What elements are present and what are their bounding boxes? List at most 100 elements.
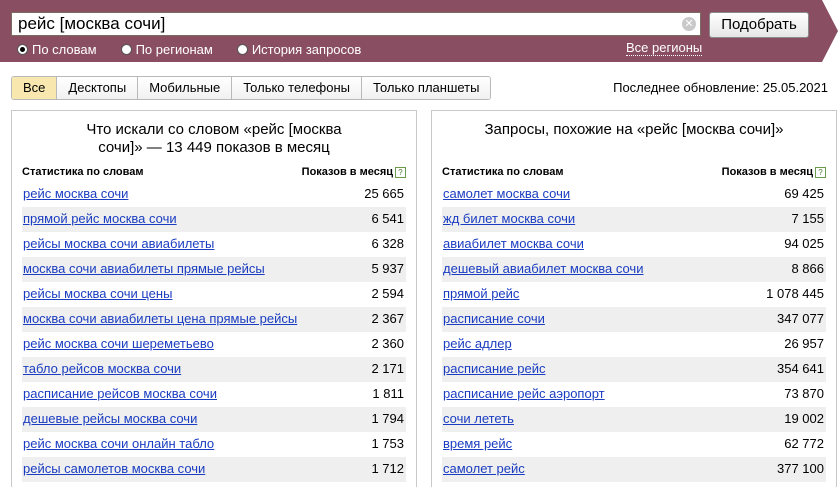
pick-button[interactable]: Подобрать	[709, 12, 809, 38]
help-icon[interactable]: ?	[395, 166, 406, 178]
impressions-count: 1 712	[371, 461, 404, 476]
table-row: рейс москва сочи онлайн табло 1 753	[22, 432, 406, 457]
impressions-count: 347 077	[777, 311, 824, 326]
table-row: расписание сочи 347 077	[442, 307, 826, 332]
phrase-link[interactable]: табло рейсов москва сочи	[23, 361, 181, 376]
phrase-link[interactable]: самолет москва сочи	[443, 186, 570, 201]
impressions-count: 8 866	[791, 261, 824, 276]
table-row: рейсы москва сочи авиабилеты 6 328	[22, 232, 406, 257]
phrase-link[interactable]: время рейс	[443, 436, 512, 451]
last-update-text: Последнее обновление: 25.05.2021	[613, 80, 828, 95]
search-header: рейс [москва сочи] ✕ Подобрать По словам…	[0, 0, 838, 62]
phrase-link[interactable]: расписание сочи	[443, 311, 545, 326]
table-row: москва сочи авиабилеты цена прямые рейсы…	[22, 307, 406, 332]
mode-label: История запросов	[251, 41, 362, 57]
phrase-link[interactable]: жд билет москва сочи	[443, 211, 575, 226]
table-row: прямой рейс 1 078 445	[442, 282, 826, 307]
table-row: расписание рейс 354 641	[442, 357, 826, 382]
phrase-link[interactable]: рейс москва сочи шереметьево	[23, 336, 214, 351]
impressions-count: 94 025	[784, 236, 824, 251]
tab-all[interactable]: Все	[12, 77, 57, 99]
all-regions-link[interactable]: Все регионы	[626, 41, 703, 56]
table-row: авиабилет москва сочи 94 025	[442, 232, 826, 257]
stats-table: самолет москва сочи 69 425 жд билет москва…	[442, 182, 826, 482]
col-phrase-header: Статистика по словам	[22, 166, 144, 178]
column-headers: Статистика по словам Показов в месяц ?	[442, 166, 826, 182]
impressions-count: 73 870	[784, 386, 824, 401]
impressions-count: 6 328	[371, 236, 404, 251]
search-query-text: рейс [москва сочи]	[18, 14, 166, 33]
col-count-label: Показов в месяц	[301, 166, 393, 178]
impressions-count: 1 811	[372, 386, 404, 401]
impressions-count: 62 772	[784, 436, 824, 451]
impressions-count: 377 100	[777, 461, 824, 476]
phrase-link[interactable]: прямой рейс	[443, 286, 519, 301]
phrase-link[interactable]: рейс адлер	[443, 336, 512, 351]
phrase-link[interactable]: расписание рейсов москва сочи	[23, 386, 217, 401]
tab-phones-only[interactable]: Только телефоны	[231, 77, 362, 99]
phrase-link[interactable]: сочи лететь	[443, 411, 514, 426]
table-row: рейс москва сочи шереметьево 2 360	[22, 332, 406, 357]
tab-mobile[interactable]: Мобильные	[137, 77, 232, 99]
phrase-link[interactable]: рейсы москва сочи авиабилеты	[23, 236, 214, 251]
impressions-count: 69 425	[784, 186, 824, 201]
radio-icon[interactable]	[120, 43, 132, 55]
clear-icon[interactable]: ✕	[682, 17, 696, 31]
phrase-link[interactable]: расписание рейс аэропорт	[443, 386, 605, 401]
table-row: расписание рейсов москва сочи 1 811	[22, 382, 406, 407]
mode-history[interactable]: История запросов	[236, 40, 362, 58]
phrase-link[interactable]: прямой рейс москва сочи	[23, 211, 177, 226]
radio-icon[interactable]	[236, 43, 248, 55]
mode-by-words[interactable]: По словам	[17, 40, 97, 58]
impressions-count: 2 171	[371, 361, 404, 376]
phrase-link[interactable]: расписание рейс	[443, 361, 546, 376]
phrase-link[interactable]: самолет рейс	[443, 461, 525, 476]
col-phrase-header: Статистика по словам	[442, 166, 564, 178]
phrase-link[interactable]: дешевый авиабилет москва сочи	[443, 261, 643, 276]
phrase-link[interactable]: москва сочи авиабилеты цена прямые рейсы	[23, 311, 297, 326]
mode-by-regions[interactable]: По регионам	[120, 40, 213, 58]
panel-title-line: Что искали со словом «рейс [москва	[86, 121, 342, 138]
impressions-count: 1 078 445	[766, 286, 824, 301]
col-count-header: Показов в месяц ?	[722, 166, 826, 178]
impressions-count: 2 594	[371, 286, 404, 301]
panel-title-line: сочи]» — 13 449 показов в месяц	[98, 139, 330, 156]
table-row: рейс адлер 26 957	[442, 332, 826, 357]
search-input[interactable]: рейс [москва сочи] ✕	[11, 12, 701, 36]
search-mode-group: По словам По регионам История запросов	[17, 40, 385, 58]
impressions-count: 5 937	[371, 261, 404, 276]
table-row: рейс москва сочи 25 665	[22, 182, 406, 207]
mode-label: По словам	[32, 41, 97, 57]
tab-tablets-only[interactable]: Только планшеты	[361, 77, 491, 99]
table-row: рейсы москва сочи цены 2 594	[22, 282, 406, 307]
device-tabs: Все Десктопы Мобильные Только телефоны Т…	[11, 76, 492, 100]
table-row: самолет москва сочи 69 425	[442, 182, 826, 207]
tab-desktops[interactable]: Десктопы	[56, 77, 138, 99]
impressions-count: 2 360	[371, 336, 404, 351]
phrase-link[interactable]: рейс москва сочи	[23, 186, 128, 201]
table-row: самолет рейс 377 100	[442, 457, 826, 482]
phrase-link[interactable]: авиабилет москва сочи	[443, 236, 584, 251]
phrase-link[interactable]: рейсы самолетов москва сочи	[23, 461, 205, 476]
table-row: дешевый авиабилет москва сочи 8 866	[442, 257, 826, 282]
table-row: время рейс 62 772	[442, 432, 826, 457]
mode-label: По регионам	[135, 41, 213, 57]
col-count-label: Показов в месяц	[721, 166, 813, 178]
table-row: москва сочи авиабилеты прямые рейсы 5 937	[22, 257, 406, 282]
phrase-link[interactable]: москва сочи авиабилеты прямые рейсы	[23, 261, 265, 276]
impressions-count: 7 155	[791, 211, 824, 226]
impressions-count: 6 541	[371, 211, 404, 226]
table-row: сочи лететь 19 002	[442, 407, 826, 432]
table-row: дешевые рейсы москва сочи 1 794	[22, 407, 406, 432]
phrase-link[interactable]: рейсы москва сочи цены	[23, 286, 172, 301]
phrase-link[interactable]: дешевые рейсы москва сочи	[23, 411, 197, 426]
table-row: прямой рейс москва сочи 6 541	[22, 207, 406, 232]
panel-title: Что искали со словом «рейс [москва сочи]…	[12, 121, 416, 157]
stats-table: рейс москва сочи 25 665 прямой рейс москва…	[22, 182, 406, 482]
radio-selected-icon[interactable]	[17, 43, 28, 55]
table-row: расписание рейс аэропорт 73 870	[442, 382, 826, 407]
impressions-count: 1 753	[371, 436, 404, 451]
phrase-link[interactable]: рейс москва сочи онлайн табло	[23, 436, 214, 451]
help-icon[interactable]: ?	[815, 166, 826, 178]
panel-title: Запросы, похожие на «рейс [москва сочи]»	[484, 121, 784, 138]
